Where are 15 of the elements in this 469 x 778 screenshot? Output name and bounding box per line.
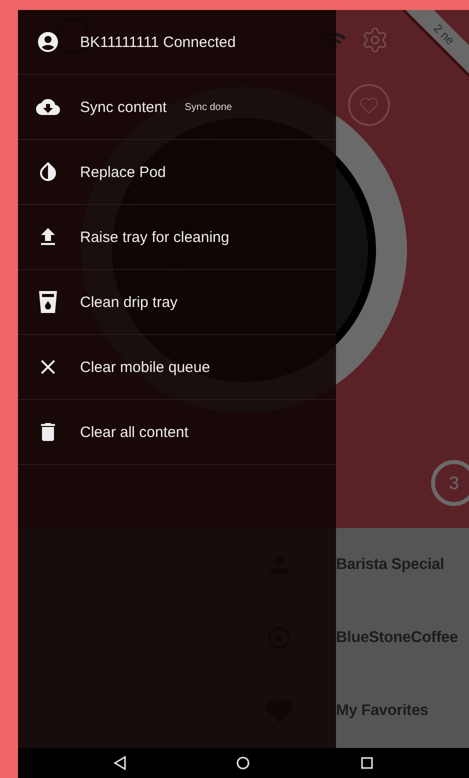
heart-icon — [359, 95, 379, 115]
menu-item[interactable]: BK11111111 Connected — [18, 10, 236, 74]
menu-item[interactable]: Sync content — [18, 75, 167, 139]
account-icon — [36, 30, 60, 54]
home-icon[interactable] — [236, 756, 250, 770]
recents-icon[interactable] — [360, 756, 374, 770]
menu-item[interactable]: Replace Pod — [18, 140, 166, 204]
sync-status: Sync done — [184, 102, 232, 112]
count-badge: 3 — [431, 460, 469, 506]
cup-icon — [37, 290, 59, 314]
menu-item[interactable]: Raise tray for cleaning — [18, 205, 230, 269]
menu-item[interactable]: Clear mobile queue — [18, 335, 210, 399]
menu-item[interactable]: Clean drip tray — [18, 270, 178, 334]
menu-item[interactable]: Clear all content — [18, 400, 188, 464]
back-icon[interactable] — [112, 756, 127, 770]
